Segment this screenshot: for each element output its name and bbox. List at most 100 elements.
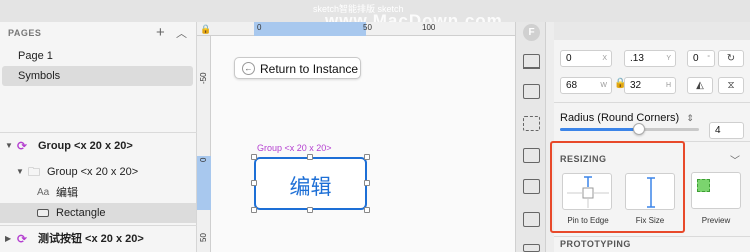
ruler-label: 0 bbox=[199, 157, 208, 162]
resize-handle[interactable] bbox=[364, 180, 370, 186]
width-field[interactable]: 68 W bbox=[560, 77, 612, 94]
resize-handle[interactable] bbox=[364, 207, 370, 213]
rotation-suffix: ° bbox=[707, 55, 710, 62]
disclosure-right-icon[interactable]: ▶ bbox=[5, 229, 11, 249]
group-name-label: Group <x 20 x 20> bbox=[257, 143, 332, 153]
ruler-selection-highlight bbox=[197, 156, 211, 210]
y-value: .13 bbox=[630, 53, 644, 64]
text-icon: Aa bbox=[37, 187, 50, 198]
page-item-symbols[interactable]: Symbols bbox=[2, 66, 193, 86]
ruler-label: 0 bbox=[257, 23, 262, 32]
ruler-label: 50 bbox=[363, 23, 372, 32]
preview-shape bbox=[697, 179, 710, 192]
layer-row-test-button-symbol[interactable]: ▶ ⟳ 测试按钮 <x 20 x 20> bbox=[0, 229, 196, 249]
component-icon[interactable] bbox=[523, 116, 540, 131]
canvas[interactable]: 🔒 0 50 100 -50 0 50 ← Return to Instance… bbox=[197, 22, 515, 252]
x-suffix: X bbox=[602, 55, 607, 62]
disclosure-down-icon[interactable]: ▼ bbox=[5, 136, 13, 156]
tool-strip: F bbox=[515, 22, 546, 252]
resizing-title: RESIZING bbox=[560, 154, 607, 164]
ruler-label: 50 bbox=[199, 233, 208, 242]
layer-row-text[interactable]: Aa 编辑 bbox=[0, 183, 196, 203]
divider bbox=[0, 225, 197, 226]
symbol-icon: ⟳ bbox=[17, 232, 28, 246]
ruler-selection-highlight bbox=[254, 22, 366, 36]
radius-value: 4 bbox=[715, 125, 721, 136]
layer-row-group-symbol[interactable]: ▼ ⟳ Group <x 20 x 20> bbox=[0, 136, 196, 156]
layer-list-icon[interactable] bbox=[523, 84, 540, 99]
layer-label: 测试按钮 <x 20 x 20> bbox=[38, 233, 144, 245]
disclosure-down-icon[interactable]: ▼ bbox=[16, 162, 24, 182]
add-page-icon[interactable]: + bbox=[156, 24, 165, 41]
ruler-left[interactable]: -50 0 50 bbox=[197, 36, 211, 252]
radius-select[interactable]: Radius (Round Corners) ⇕ bbox=[560, 112, 694, 124]
ruler-top[interactable]: 🔒 0 50 100 bbox=[197, 22, 515, 36]
radius-slider[interactable] bbox=[560, 128, 699, 131]
pages-header: PAGES bbox=[8, 28, 42, 38]
resize-handle[interactable] bbox=[251, 207, 257, 213]
folder-icon: 🗀 bbox=[28, 165, 41, 179]
grid-icon[interactable] bbox=[523, 148, 540, 163]
slider-fill bbox=[560, 128, 640, 131]
rotation-field[interactable]: 0 ° bbox=[687, 50, 715, 67]
pin-to-edge-icon bbox=[567, 176, 609, 208]
prototyping-title: PROTOTYPING bbox=[560, 239, 631, 249]
resize-handle[interactable] bbox=[307, 207, 313, 213]
ruler-label: -50 bbox=[199, 72, 208, 84]
export-icon[interactable] bbox=[523, 54, 540, 69]
inspector-toolbar bbox=[554, 22, 750, 40]
chevron-down-icon[interactable]: ﹀ bbox=[730, 152, 740, 167]
slider-knob[interactable] bbox=[633, 123, 646, 135]
y-suffix: Y bbox=[666, 55, 671, 62]
resize-handle[interactable] bbox=[307, 154, 313, 160]
width-value: 68 bbox=[566, 80, 578, 91]
layer-label: Rectangle bbox=[56, 207, 106, 219]
x-value: 0 bbox=[566, 53, 572, 64]
rotation-value: 0 bbox=[693, 53, 699, 64]
title-bar: sketch智能排版 sketch www.MacDown.com bbox=[0, 0, 750, 30]
fix-size-control[interactable] bbox=[625, 173, 675, 210]
symbol-icon: ⟳ bbox=[17, 139, 28, 153]
width-suffix: W bbox=[600, 82, 607, 89]
stepper-icon: ⇕ bbox=[686, 113, 694, 123]
rectangle-icon bbox=[37, 209, 49, 217]
radius-label: Radius (Round Corners) bbox=[560, 112, 680, 124]
layers-panel: PAGES + ︿ Page 1 Symbols ▼ ⟳ Group <x 20… bbox=[0, 22, 197, 252]
pin-to-edge-control[interactable] bbox=[562, 173, 612, 210]
lock-icon[interactable]: 🔒 bbox=[200, 24, 211, 35]
preview-caption: Preview bbox=[701, 216, 731, 225]
pin-to-edge-caption: Pin to Edge bbox=[567, 216, 609, 225]
fix-size-icon bbox=[647, 177, 655, 208]
divider bbox=[554, 102, 750, 103]
return-to-instance-button[interactable]: ← Return to Instance bbox=[234, 57, 361, 79]
fill-icon[interactable]: F bbox=[523, 24, 540, 41]
flip-horizontal-icon[interactable]: ◭ bbox=[687, 77, 713, 94]
layer-label: Group <x 20 x 20> bbox=[47, 166, 139, 178]
layer-row-rectangle[interactable]: Rectangle bbox=[0, 203, 196, 223]
y-field[interactable]: .13 Y bbox=[624, 50, 676, 67]
symbol-rectangle[interactable]: 编辑 bbox=[254, 157, 367, 210]
ruler-label: 100 bbox=[422, 23, 436, 32]
palette-icon[interactable] bbox=[523, 244, 540, 252]
arrow-left-icon: ← bbox=[242, 62, 255, 75]
resize-handle[interactable] bbox=[251, 180, 257, 186]
flip-vertical-icon[interactable]: ⧖ bbox=[718, 77, 744, 94]
height-suffix: H bbox=[665, 82, 671, 89]
fix-size-caption: Fix Size bbox=[635, 216, 665, 225]
x-field[interactable]: 0 X bbox=[560, 50, 612, 67]
resizing-preview bbox=[691, 172, 741, 209]
resize-handle[interactable] bbox=[251, 154, 257, 160]
rotate-icon[interactable]: ↻ bbox=[718, 50, 744, 67]
symbol-star-icon[interactable] bbox=[523, 212, 540, 227]
panel-icon[interactable] bbox=[523, 179, 540, 194]
layer-label: 编辑 bbox=[56, 187, 78, 199]
page-item-page-1[interactable]: Page 1 bbox=[2, 46, 193, 66]
radius-field[interactable]: 4 bbox=[709, 122, 744, 139]
symbol-text[interactable]: 编辑 bbox=[256, 171, 365, 201]
resize-handle[interactable] bbox=[364, 154, 370, 160]
return-to-instance-label: Return to Instance bbox=[260, 62, 359, 76]
height-field[interactable]: 32 H bbox=[624, 77, 676, 94]
divider bbox=[554, 236, 750, 237]
layer-row-group[interactable]: ▼ 🗀 Group <x 20 x 20> bbox=[0, 162, 196, 182]
chevron-up-icon[interactable]: ︿ bbox=[176, 25, 187, 41]
